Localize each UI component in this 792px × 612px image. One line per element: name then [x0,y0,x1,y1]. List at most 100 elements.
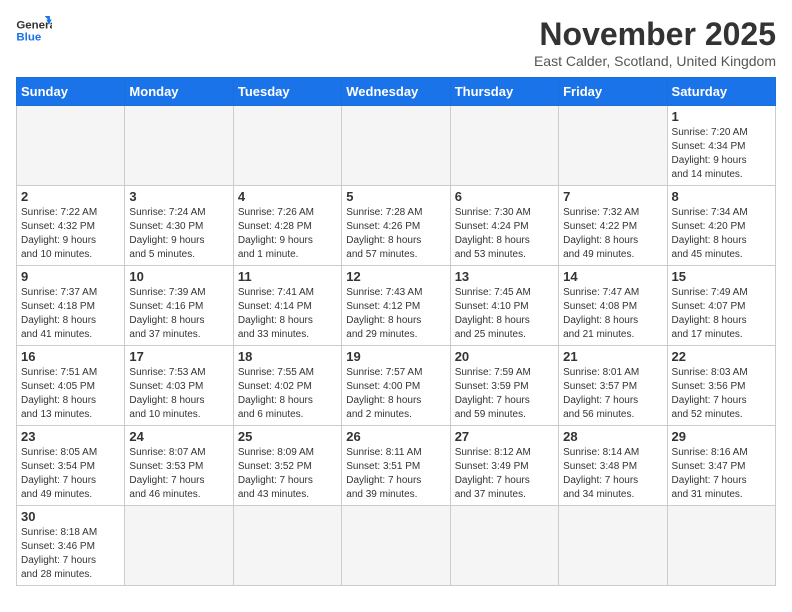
day-info: Sunrise: 8:07 AM Sunset: 3:53 PM Dayligh… [129,446,228,502]
calendar-day-cell [342,506,450,586]
calendar-day-cell: 30 Sunrise: 8:18 AM Sunset: 3:46 PM Dayli… [17,506,125,586]
calendar-day-cell [17,106,125,186]
calendar-day-cell: 27 Sunrise: 8:12 AM Sunset: 3:49 PM Dayli… [450,426,558,506]
day-info: Sunrise: 7:41 AM Sunset: 4:14 PM Dayligh… [238,286,337,342]
day-info: Sunrise: 7:49 AM Sunset: 4:07 PM Dayligh… [672,286,771,342]
day-number: 9 [21,269,120,284]
calendar-week-row: 2 Sunrise: 7:22 AM Sunset: 4:32 PM Daylig… [17,186,776,266]
day-number: 3 [129,189,228,204]
day-info: Sunrise: 7:55 AM Sunset: 4:02 PM Dayligh… [238,366,337,422]
day-info: Sunrise: 8:01 AM Sunset: 3:57 PM Dayligh… [563,366,662,422]
weekday-header-tuesday: Tuesday [233,78,341,106]
day-number: 30 [21,509,120,524]
day-number: 17 [129,349,228,364]
day-info: Sunrise: 7:57 AM Sunset: 4:00 PM Dayligh… [346,366,445,422]
day-number: 28 [563,429,662,444]
calendar-day-cell [233,506,341,586]
calendar-day-cell: 11 Sunrise: 7:41 AM Sunset: 4:14 PM Dayli… [233,266,341,346]
day-number: 11 [238,269,337,284]
calendar-week-row: 9 Sunrise: 7:37 AM Sunset: 4:18 PM Daylig… [17,266,776,346]
svg-text:General: General [16,19,52,31]
day-info: Sunrise: 8:12 AM Sunset: 3:49 PM Dayligh… [455,446,554,502]
day-info: Sunrise: 7:43 AM Sunset: 4:12 PM Dayligh… [346,286,445,342]
calendar-day-cell [559,106,667,186]
calendar-day-cell: 5 Sunrise: 7:28 AM Sunset: 4:26 PM Daylig… [342,186,450,266]
calendar-table: SundayMondayTuesdayWednesdayThursdayFrid… [16,77,776,586]
day-info: Sunrise: 8:16 AM Sunset: 3:47 PM Dayligh… [672,446,771,502]
calendar-day-cell: 13 Sunrise: 7:45 AM Sunset: 4:10 PM Dayli… [450,266,558,346]
calendar-day-cell [125,106,233,186]
day-info: Sunrise: 7:37 AM Sunset: 4:18 PM Dayligh… [21,286,120,342]
weekday-header-wednesday: Wednesday [342,78,450,106]
page-header: General Blue November 2025 East Calder, … [16,16,776,69]
calendar-day-cell: 21 Sunrise: 8:01 AM Sunset: 3:57 PM Dayli… [559,346,667,426]
title-block: November 2025 East Calder, Scotland, Uni… [534,16,776,69]
calendar-day-cell [559,506,667,586]
day-number: 16 [21,349,120,364]
calendar-day-cell [450,506,558,586]
day-number: 24 [129,429,228,444]
calendar-day-cell: 6 Sunrise: 7:30 AM Sunset: 4:24 PM Daylig… [450,186,558,266]
day-info: Sunrise: 7:45 AM Sunset: 4:10 PM Dayligh… [455,286,554,342]
day-info: Sunrise: 7:34 AM Sunset: 4:20 PM Dayligh… [672,206,771,262]
day-number: 14 [563,269,662,284]
day-info: Sunrise: 7:47 AM Sunset: 4:08 PM Dayligh… [563,286,662,342]
day-number: 23 [21,429,120,444]
day-info: Sunrise: 7:53 AM Sunset: 4:03 PM Dayligh… [129,366,228,422]
calendar-day-cell: 29 Sunrise: 8:16 AM Sunset: 3:47 PM Dayli… [667,426,775,506]
day-info: Sunrise: 7:39 AM Sunset: 4:16 PM Dayligh… [129,286,228,342]
day-info: Sunrise: 7:30 AM Sunset: 4:24 PM Dayligh… [455,206,554,262]
calendar-day-cell [233,106,341,186]
day-info: Sunrise: 7:32 AM Sunset: 4:22 PM Dayligh… [563,206,662,262]
calendar-day-cell: 23 Sunrise: 8:05 AM Sunset: 3:54 PM Dayli… [17,426,125,506]
day-info: Sunrise: 8:18 AM Sunset: 3:46 PM Dayligh… [21,526,120,582]
day-number: 2 [21,189,120,204]
calendar-day-cell: 2 Sunrise: 7:22 AM Sunset: 4:32 PM Daylig… [17,186,125,266]
day-info: Sunrise: 8:09 AM Sunset: 3:52 PM Dayligh… [238,446,337,502]
day-number: 22 [672,349,771,364]
day-info: Sunrise: 7:20 AM Sunset: 4:34 PM Dayligh… [672,126,771,182]
calendar-day-cell: 17 Sunrise: 7:53 AM Sunset: 4:03 PM Dayli… [125,346,233,426]
day-number: 13 [455,269,554,284]
calendar-day-cell: 20Sunrise: 7:59 AM Sunset: 3:59 PM Dayli… [450,346,558,426]
day-number: 27 [455,429,554,444]
weekday-header-sunday: Sunday [17,78,125,106]
day-info: Sunrise: 8:11 AM Sunset: 3:51 PM Dayligh… [346,446,445,502]
day-number: 1 [672,109,771,124]
calendar-day-cell: 25Sunrise: 8:09 AM Sunset: 3:52 PM Dayli… [233,426,341,506]
calendar-week-row: 16Sunrise: 7:51 AM Sunset: 4:05 PM Dayli… [17,346,776,426]
weekday-header-saturday: Saturday [667,78,775,106]
calendar-day-cell: 12 Sunrise: 7:43 AM Sunset: 4:12 PM Dayli… [342,266,450,346]
day-number: 12 [346,269,445,284]
weekday-header-row: SundayMondayTuesdayWednesdayThursdayFrid… [17,78,776,106]
day-number: 5 [346,189,445,204]
weekday-header-friday: Friday [559,78,667,106]
day-number: 6 [455,189,554,204]
day-info: Sunrise: 8:03 AM Sunset: 3:56 PM Dayligh… [672,366,771,422]
day-info: Sunrise: 8:14 AM Sunset: 3:48 PM Dayligh… [563,446,662,502]
weekday-header-thursday: Thursday [450,78,558,106]
calendar-week-row: 1 Sunrise: 7:20 AM Sunset: 4:34 PM Daylig… [17,106,776,186]
calendar-day-cell: 16Sunrise: 7:51 AM Sunset: 4:05 PM Dayli… [17,346,125,426]
day-number: 4 [238,189,337,204]
day-number: 29 [672,429,771,444]
calendar-day-cell [342,106,450,186]
calendar-day-cell: 14 Sunrise: 7:47 AM Sunset: 4:08 PM Dayli… [559,266,667,346]
day-info: Sunrise: 7:28 AM Sunset: 4:26 PM Dayligh… [346,206,445,262]
calendar-day-cell [667,506,775,586]
day-number: 21 [563,349,662,364]
calendar-day-cell: 4Sunrise: 7:26 AM Sunset: 4:28 PM Daylig… [233,186,341,266]
month-title: November 2025 [534,16,776,53]
day-info: Sunrise: 8:05 AM Sunset: 3:54 PM Dayligh… [21,446,120,502]
day-number: 18 [238,349,337,364]
calendar-week-row: 30 Sunrise: 8:18 AM Sunset: 3:46 PM Dayli… [17,506,776,586]
day-info: Sunrise: 7:22 AM Sunset: 4:32 PM Dayligh… [21,206,120,262]
calendar-day-cell: 9 Sunrise: 7:37 AM Sunset: 4:18 PM Daylig… [17,266,125,346]
calendar-day-cell [450,106,558,186]
calendar-day-cell: 10 Sunrise: 7:39 AM Sunset: 4:16 PM Dayli… [125,266,233,346]
svg-text:Blue: Blue [16,32,41,44]
day-number: 10 [129,269,228,284]
calendar-day-cell [125,506,233,586]
calendar-day-cell: 7Sunrise: 7:32 AM Sunset: 4:22 PM Daylig… [559,186,667,266]
day-number: 19 [346,349,445,364]
